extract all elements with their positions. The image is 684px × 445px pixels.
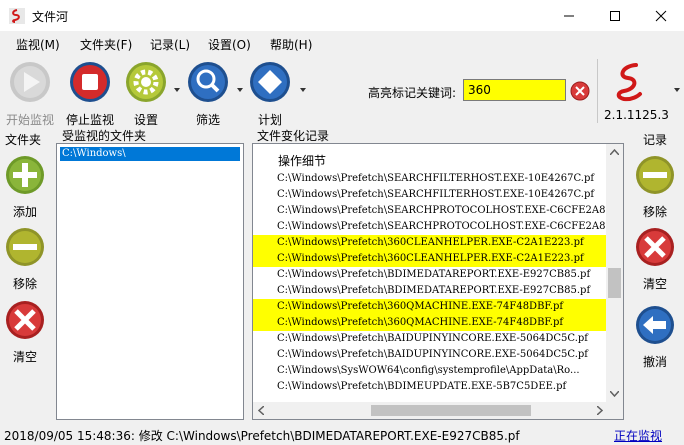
log-vertical-scroll-thumb[interactable] <box>608 268 621 298</box>
clear-records-label: 清空 <box>642 277 667 291</box>
remove-folder-label: 移除 <box>12 277 37 291</box>
logo-dropdown-icon[interactable] <box>674 88 680 92</box>
log-horizontal-scrollbar[interactable] <box>253 402 608 419</box>
play-icon <box>10 62 50 102</box>
log-column-header[interactable]: 操作细节 <box>278 152 326 169</box>
log-list[interactable]: 操作细节 C:\Windows\Prefetch\SEARCHFILTERHOS… <box>252 143 624 420</box>
close-icon <box>655 10 667 21</box>
undo-label: 撤消 <box>642 355 667 369</box>
clear-records-button[interactable]: 清空 <box>630 227 680 292</box>
start-monitor-label: 开始监视 <box>5 113 54 127</box>
keyword-label: 高亮标记关键词: <box>368 86 457 100</box>
log-row[interactable]: C:\Windows\Prefetch\SEARCHFILTERHOST.EXE… <box>253 187 608 203</box>
folder-list[interactable]: C:\Windows\ <box>56 143 244 420</box>
gear-icon <box>126 62 166 102</box>
menu-help[interactable]: 帮助(H) <box>270 36 312 53</box>
arrow-left-icon <box>636 306 674 344</box>
minus-icon <box>6 228 44 266</box>
remove-record-button[interactable]: 移除 <box>630 155 680 220</box>
plan-dropdown-icon[interactable] <box>300 88 306 92</box>
app-logo-icon <box>9 8 25 24</box>
window-title: 文件河 <box>32 10 69 24</box>
log-row[interactable]: C:\Windows\Prefetch\360CLEANHELPER.EXE-C… <box>253 235 608 251</box>
log-row[interactable]: C:\Windows\Prefetch\BAIDUPINYINCORE.EXE-… <box>253 347 608 363</box>
monitor-status-link[interactable]: 正在监视 <box>614 427 662 444</box>
keyword-input[interactable] <box>463 79 566 101</box>
add-folder-button[interactable]: 添加 <box>0 155 50 220</box>
scroll-down-icon[interactable] <box>610 391 619 397</box>
plan-label: 计划 <box>257 113 282 127</box>
scroll-right-icon[interactable] <box>597 406 603 415</box>
log-row[interactable]: C:\Windows\Prefetch\SEARCHFILTERHOST.EXE… <box>253 171 608 187</box>
log-panel-title: 文件变化记录 <box>257 129 330 143</box>
log-row[interactable]: C:\Windows\SysWOW64\config\systemprofile… <box>253 363 608 379</box>
maximize-icon <box>610 10 620 21</box>
log-row[interactable]: C:\Windows\Prefetch\360QMACHINE.EXE-74F4… <box>253 299 608 315</box>
maximize-button[interactable] <box>592 0 638 31</box>
log-row[interactable]: C:\Windows\Prefetch\BDIMEUPDATE.EXE-5B7C… <box>253 379 608 395</box>
scroll-up-icon[interactable] <box>610 149 619 155</box>
scrollbar-corner <box>606 400 623 419</box>
stop-icon <box>70 62 110 102</box>
stop-monitor-label: 停止监视 <box>65 113 114 127</box>
clear-folders-label: 清空 <box>12 350 37 364</box>
log-row[interactable]: C:\Windows\Prefetch\SEARCHPROTOCOLHOST.E… <box>253 219 608 235</box>
start-monitor-button[interactable]: 开始监视 <box>2 60 58 128</box>
log-row[interactable]: C:\Windows\Prefetch\SEARCHPROTOCOLHOST.E… <box>253 203 608 219</box>
status-bar: 2018/09/05 15:48:36: 修改 C:\Windows\Prefe… <box>0 424 684 445</box>
clear-folders-button[interactable]: 清空 <box>0 300 50 365</box>
folder-side-title: 文件夹 <box>5 133 42 147</box>
clear-keyword-icon[interactable] <box>570 81 590 101</box>
menu-settings[interactable]: 设置(O) <box>208 36 251 53</box>
minus-icon <box>636 156 674 194</box>
log-row[interactable]: C:\Windows\Prefetch\360QMACHINE.EXE-74F4… <box>253 315 608 331</box>
add-folder-label: 添加 <box>12 205 37 219</box>
status-message: 2018/09/05 15:48:36: 修改 C:\Windows\Prefe… <box>4 429 520 443</box>
menu-folder[interactable]: 文件夹(F) <box>80 36 132 53</box>
minimize-icon <box>564 15 574 16</box>
toolbar-separator <box>597 59 598 123</box>
plus-icon <box>6 156 44 194</box>
toolbar: 开始监视 停止监视 设置 筛选 计划 高亮标记关键词: 360 2.1.1125… <box>0 55 684 127</box>
stop-monitor-button[interactable]: 停止监视 <box>62 60 118 128</box>
remove-record-label: 移除 <box>642 205 667 219</box>
filter-label: 筛选 <box>195 113 220 127</box>
log-horizontal-scroll-thumb[interactable] <box>371 405 531 416</box>
settings-label: 设置 <box>133 113 158 127</box>
x-icon <box>6 301 44 339</box>
log-row[interactable]: C:\Windows\Prefetch\360CLEANHELPER.EXE-C… <box>253 251 608 267</box>
scroll-left-icon[interactable] <box>258 406 264 415</box>
folders-panel-title: 受监视的文件夹 <box>62 129 147 143</box>
record-side-title: 记录 <box>643 133 668 147</box>
plan-button[interactable]: 计划 <box>242 60 298 128</box>
brand-logo-icon <box>616 63 642 102</box>
title-bar: 文件河 <box>0 0 684 31</box>
close-button[interactable] <box>638 0 684 31</box>
log-vertical-scrollbar[interactable] <box>606 144 623 402</box>
magnifier-icon <box>188 62 228 102</box>
filter-button[interactable]: 筛选 <box>180 60 236 128</box>
menu-bar: 监视(M) 文件夹(F) 记录(L) 设置(O) 帮助(H) <box>0 31 684 55</box>
menu-monitor[interactable]: 监视(M) <box>16 36 60 53</box>
settings-button[interactable]: 设置 <box>118 60 174 128</box>
minimize-button[interactable] <box>546 0 592 31</box>
folder-item[interactable]: C:\Windows\ <box>60 147 240 161</box>
x-icon <box>636 228 674 266</box>
log-row[interactable]: C:\Windows\Prefetch\BDIMEDATAREPORT.EXE-… <box>253 283 608 299</box>
log-row[interactable]: C:\Windows\Prefetch\BAIDUPINYINCORE.EXE-… <box>253 331 608 347</box>
remove-folder-button[interactable]: 移除 <box>0 227 50 292</box>
version-label: 2.1.1125.3 <box>604 108 669 122</box>
menu-record[interactable]: 记录(L) <box>150 36 190 53</box>
diamond-icon <box>250 62 290 102</box>
log-row[interactable]: C:\Windows\Prefetch\BDIMEDATAREPORT.EXE-… <box>253 267 608 283</box>
undo-button[interactable]: 撤消 <box>630 305 680 370</box>
